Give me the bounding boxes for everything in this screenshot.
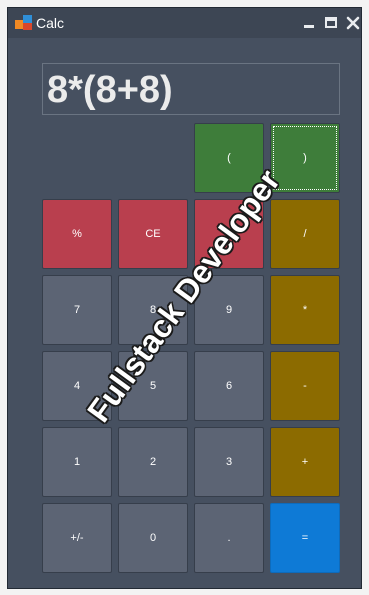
- multiply-button[interactable]: *: [270, 275, 340, 345]
- six-button[interactable]: 6: [194, 351, 264, 421]
- divide-button[interactable]: /: [270, 199, 340, 269]
- minimize-icon[interactable]: [299, 13, 319, 33]
- eight-button[interactable]: 8: [118, 275, 188, 345]
- two-button[interactable]: 2: [118, 427, 188, 497]
- decimal-button[interactable]: .: [194, 503, 264, 573]
- five-button[interactable]: 5: [118, 351, 188, 421]
- display-value: 8*(8+8): [47, 69, 173, 111]
- clear-button[interactable]: C: [194, 199, 264, 269]
- add-button[interactable]: +: [270, 427, 340, 497]
- calculator-window: Calc 8*(8+8) ( ) % CE C / 7 8 9 * 4 5 6 …: [7, 7, 362, 589]
- zero-button[interactable]: 0: [118, 503, 188, 573]
- window-title: Calc: [36, 15, 65, 31]
- plus-minus-button[interactable]: +/-: [42, 503, 112, 573]
- one-button[interactable]: 1: [42, 427, 112, 497]
- seven-button[interactable]: 7: [42, 275, 112, 345]
- calc-app-icon: [15, 15, 32, 30]
- close-icon[interactable]: [343, 13, 361, 33]
- open-paren-button[interactable]: (: [194, 123, 264, 193]
- percent-button[interactable]: %: [42, 199, 112, 269]
- clear-entry-button[interactable]: CE: [118, 199, 188, 269]
- subtract-button[interactable]: -: [270, 351, 340, 421]
- three-button[interactable]: 3: [194, 427, 264, 497]
- expression-display: 8*(8+8): [42, 63, 340, 115]
- close-paren-button[interactable]: ): [270, 123, 340, 193]
- nine-button[interactable]: 9: [194, 275, 264, 345]
- equals-button[interactable]: =: [270, 503, 340, 573]
- four-button[interactable]: 4: [42, 351, 112, 421]
- title-bar[interactable]: Calc: [8, 8, 361, 38]
- maximize-icon[interactable]: [321, 13, 341, 33]
